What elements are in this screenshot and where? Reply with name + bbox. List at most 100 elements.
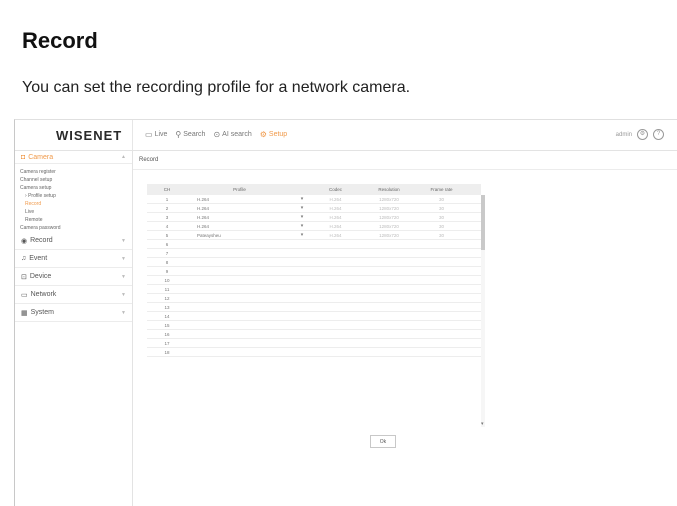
main-nav: ▭ Live ⚲ Search ⊙ AI search ⚙ Setup — [145, 130, 287, 139]
sidebar-section-system[interactable]: ▦ System ▼ — [15, 304, 132, 322]
page-title: Record — [22, 28, 98, 53]
sidebar-camera-label: Camera — [28, 153, 54, 161]
sidebar-item-live[interactable]: Live — [15, 208, 132, 216]
sidebar-section-event[interactable]: ♫ Event ▼ — [15, 250, 132, 268]
chevron-right-icon: › — [25, 193, 27, 199]
gear-icon: ⚙ — [259, 130, 267, 139]
table-row: 9 — [147, 267, 481, 276]
sidebar-item-camera-register[interactable]: Camera register — [15, 168, 132, 176]
cell-resolution: 1280x720 — [379, 196, 399, 202]
cell-codec: H.264 — [329, 223, 342, 229]
sidebar-item-camera-password[interactable]: Camera password — [15, 224, 132, 232]
cell-ch: 5 — [165, 232, 169, 238]
help-icon[interactable]: ? — [653, 129, 664, 140]
table-row: 1 H.264 ▾ H.264 1280x720 30 — [147, 195, 481, 204]
cell-ch: 10 — [164, 277, 170, 283]
sidebar-section-device-label: Device — [29, 273, 52, 280]
user-name[interactable]: admin — [616, 132, 632, 138]
sidebar-item-remote[interactable]: Remote — [15, 216, 132, 224]
cell-codec: H.264 — [329, 196, 342, 202]
table-row: 6 — [147, 240, 481, 249]
dropdown-arrow-icon[interactable]: ▾ — [292, 214, 312, 220]
scroll-down-arrow-icon[interactable]: ▾ — [481, 421, 484, 427]
cell-ch: 13 — [164, 304, 170, 310]
nav-search-label: Search — [183, 131, 206, 138]
table-row: 3 H.264 ▾ H.264 1280x720 30 — [147, 213, 481, 222]
nav-live-label: Live — [154, 131, 168, 138]
table-row: 2 H.264 ▾ H.264 1280x720 30 — [147, 204, 481, 213]
chevron-down-icon: ▼ — [121, 309, 126, 316]
table-row: 16 — [147, 330, 481, 339]
table-row: 7 — [147, 249, 481, 258]
cell-ch: 18 — [164, 349, 170, 355]
device-icon: ⊡ — [21, 273, 27, 281]
ok-button[interactable]: Ok — [370, 435, 396, 448]
chevron-down-icon: ▼ — [121, 255, 126, 262]
dropdown-arrow-icon[interactable]: ▾ — [292, 205, 312, 211]
sidebar-camera-header[interactable]: ◘ Camera ▲ — [15, 151, 132, 164]
cell-ch: 1 — [165, 196, 169, 202]
sidebar-item-profile-setup[interactable]: › Profile setup — [15, 192, 132, 200]
camera-icon: ◘ — [21, 153, 26, 161]
cell-ch: 2 — [165, 205, 169, 211]
sidebar-section-device[interactable]: ⊡ Device ▼ — [15, 268, 132, 286]
dropdown-arrow-icon[interactable]: ▾ — [292, 196, 312, 202]
nav-ai-search[interactable]: ⊙ AI search — [213, 130, 251, 139]
logo-divider — [132, 120, 133, 150]
table-row: 5 Pateaysheu ▾ H.264 1280x720 30 — [147, 231, 481, 240]
dropdown-arrow-icon[interactable]: ▾ — [292, 223, 312, 229]
cell-ch: 16 — [164, 331, 170, 337]
cell-resolution: 1280x720 — [379, 205, 399, 211]
page-description: You can set the recording profile for a … — [22, 79, 411, 96]
dropdown-arrow-icon[interactable]: ▾ — [292, 232, 312, 238]
sidebar-item-profile-setup-label: Profile setup — [28, 193, 56, 199]
cell-ch: 3 — [165, 214, 169, 220]
cell-profile[interactable]: Pateaysheu — [187, 233, 292, 238]
cell-profile[interactable]: H.264 — [187, 224, 292, 229]
table-row: 17 — [147, 339, 481, 348]
cell-ch: 17 — [164, 340, 170, 346]
header-frame-rate: Frame rate — [430, 187, 453, 192]
table-row: 14 — [147, 312, 481, 321]
table-row: 10 — [147, 276, 481, 285]
panel-title: Record — [139, 157, 159, 163]
cell-frame-rate: 30 — [438, 214, 444, 220]
table-row: 13 — [147, 303, 481, 312]
cell-profile[interactable]: H.264 — [187, 206, 292, 211]
sidebar-section-network[interactable]: ▭ Network ▼ — [15, 286, 132, 304]
bell-icon: ♫ — [21, 255, 27, 262]
sidebar-section-system-label: System — [30, 309, 54, 316]
cell-resolution: 1280x720 — [379, 214, 399, 220]
chevron-down-icon: ▼ — [121, 291, 126, 298]
cell-frame-rate: 30 — [438, 196, 444, 202]
cell-profile[interactable]: H.264 — [187, 197, 292, 202]
ai-search-icon: ⊙ — [213, 130, 221, 139]
nav-search[interactable]: ⚲ Search — [175, 130, 205, 139]
sidebar-item-channel-setup[interactable]: Channel setup — [15, 176, 132, 184]
table-row: 18 — [147, 348, 481, 357]
title-divider — [133, 169, 677, 170]
settings-icon[interactable]: ⚙ — [637, 129, 648, 140]
chevron-down-icon: ▼ — [121, 237, 126, 244]
table-scrollbar[interactable] — [481, 195, 485, 427]
sidebar-item-record[interactable]: Record — [15, 200, 132, 208]
cell-ch: 9 — [165, 268, 169, 274]
sidebar-section-event-label: Event — [29, 255, 48, 262]
table-header: CH Profile Codec Resolution Frame rate — [147, 184, 481, 195]
top-bar: WISENET ▭ Live ⚲ Search ⊙ AI search ⚙ Se… — [15, 120, 677, 151]
monitor-icon: ▭ — [145, 130, 153, 139]
cell-profile[interactable]: H.264 — [187, 215, 292, 220]
cell-ch: 12 — [164, 295, 170, 301]
nav-live[interactable]: ▭ Live — [145, 130, 167, 139]
cell-ch: 14 — [164, 313, 170, 319]
main-panel: Record CH Profile Codec Resolution Frame… — [133, 151, 677, 506]
sidebar-section-record[interactable]: ◉ Record ▼ — [15, 232, 132, 250]
top-right-tools: admin ⚙ ? — [616, 129, 664, 140]
search-icon: ⚲ — [175, 130, 182, 139]
nav-setup[interactable]: ⚙ Setup — [260, 130, 287, 139]
scrollbar-thumb[interactable] — [481, 195, 485, 250]
sidebar-item-camera-setup[interactable]: Camera setup — [15, 184, 132, 192]
table-row: 8 — [147, 258, 481, 267]
table-row: 4 H.264 ▾ H.264 1280x720 30 — [147, 222, 481, 231]
header-ch: CH — [163, 187, 171, 192]
